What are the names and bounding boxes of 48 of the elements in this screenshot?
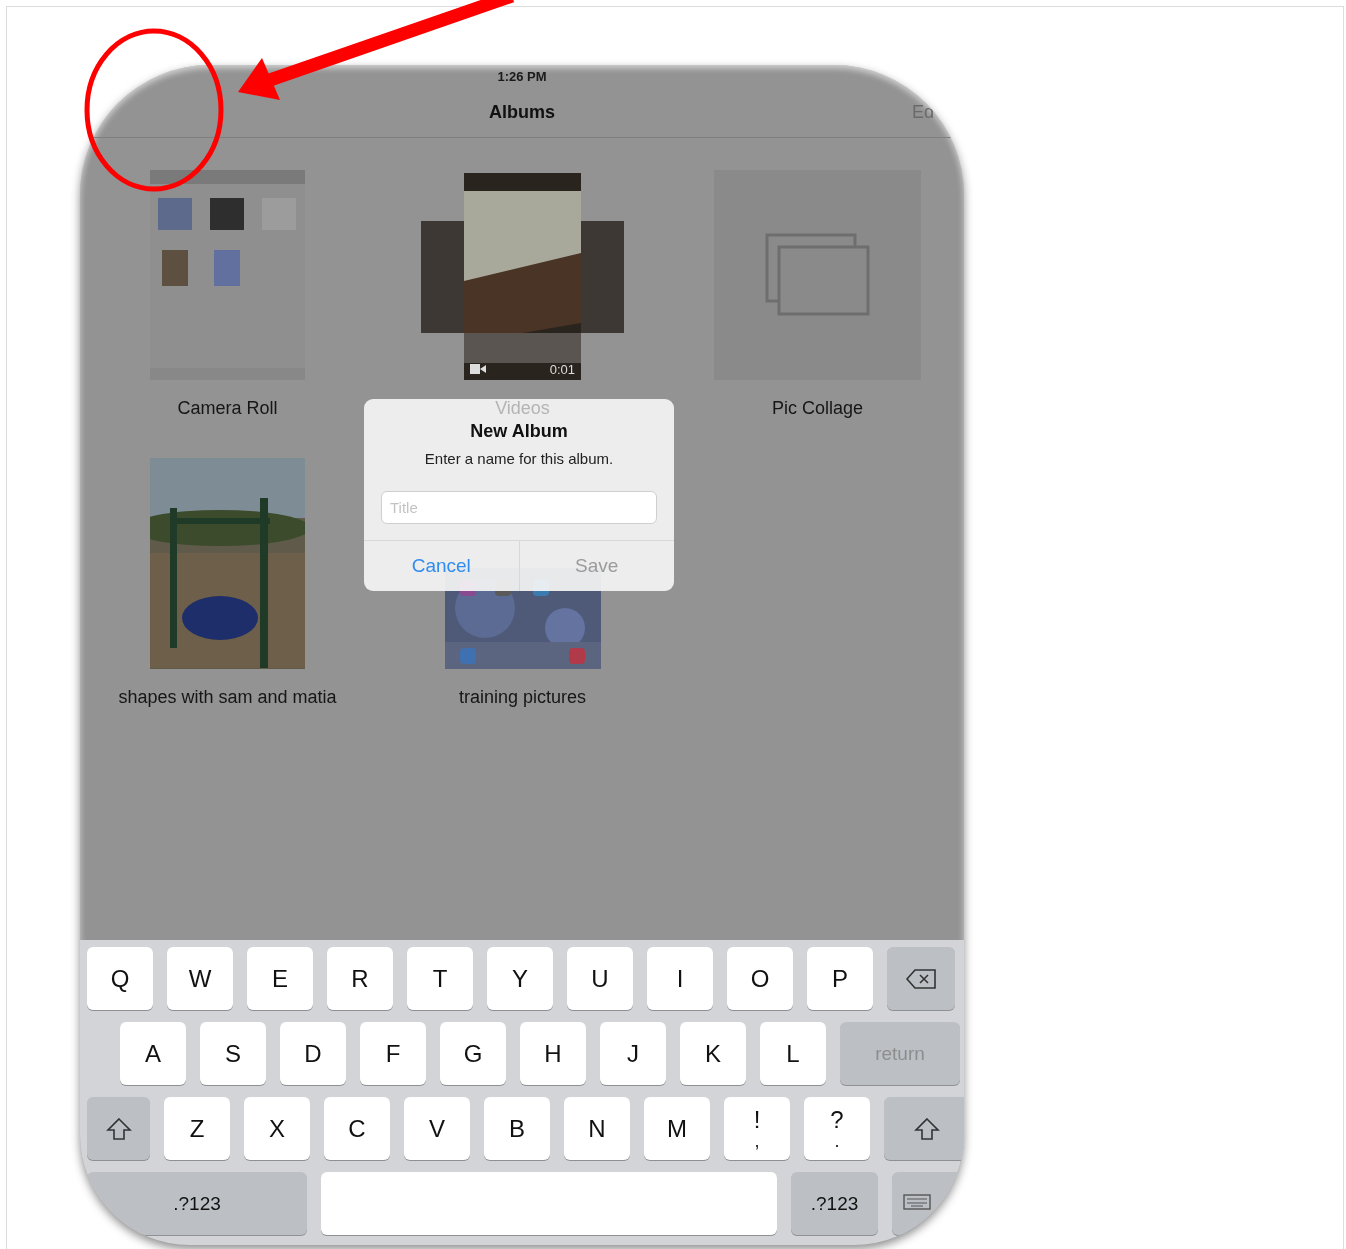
dialog-title: New Album: [470, 421, 568, 442]
title-field[interactable]: Title: [381, 491, 657, 524]
album-title[interactable]: Pic Collage: [771, 398, 863, 419]
keyboard-key[interactable]: A: [120, 1022, 186, 1085]
shift-key[interactable]: [87, 1097, 150, 1160]
keyboard-key[interactable]: T: [407, 947, 473, 1010]
keyboard-key[interactable]: S: [200, 1022, 266, 1085]
album-title[interactable]: training pictures: [458, 687, 587, 708]
status-time: 1:26 PM: [497, 68, 547, 84]
keyboard-key[interactable]: E: [247, 947, 313, 1010]
keyboard-key[interactable]: Q: [87, 947, 153, 1010]
video-camera-icon: [470, 364, 486, 374]
delete-icon: [905, 967, 937, 990]
keyboard-key[interactable]: B: [484, 1097, 550, 1160]
video-duration: 0:01: [549, 361, 575, 377]
keyboard-key[interactable]: H: [520, 1022, 586, 1085]
photos-icon: [764, 233, 871, 317]
album-title[interactable]: shapes with sam and matia: [118, 687, 337, 708]
keyboard-key[interactable]: X: [244, 1097, 310, 1160]
keyboard-key[interactable]: Z: [164, 1097, 230, 1160]
keyboard-key[interactable]: F: [360, 1022, 426, 1085]
keyboard-key[interactable]: D: [280, 1022, 346, 1085]
keyboard-key[interactable]: M: [644, 1097, 710, 1160]
numbers-key[interactable]: .?123: [791, 1172, 878, 1235]
delete-key[interactable]: [887, 947, 955, 1010]
album-title[interactable]: Camera Roll: [177, 398, 278, 419]
nav-title: Albums: [489, 101, 555, 123]
keyboard-key[interactable]: V: [404, 1097, 470, 1160]
keyboard-key[interactable]: C: [324, 1097, 390, 1160]
keyboard-key[interactable]: R: [327, 947, 393, 1010]
keyboard-key[interactable]: Y: [487, 947, 553, 1010]
keyboard-key[interactable]: W: [167, 947, 233, 1010]
keyboard-key[interactable]: G: [440, 1022, 506, 1085]
keyboard-key[interactable]: P: [807, 947, 873, 1010]
keyboard-key[interactable]: J: [600, 1022, 666, 1085]
keyboard-key[interactable]: K: [680, 1022, 746, 1085]
keyboard-key[interactable]: O: [727, 947, 793, 1010]
keyboard-key[interactable]: N: [564, 1097, 630, 1160]
keyboard-key[interactable]: U: [567, 947, 633, 1010]
keyboard-key[interactable]: I: [647, 947, 713, 1010]
shift-icon: [913, 1116, 940, 1141]
dialog-message: Enter a name for this album.: [424, 450, 614, 467]
numbers-key[interactable]: .?123: [87, 1172, 307, 1235]
keyboard-key[interactable]: L: [760, 1022, 826, 1085]
keyboard-key[interactable]: ? .: [804, 1097, 870, 1160]
shift-icon: [105, 1116, 132, 1141]
keyboard-key[interactable]: ! ,: [724, 1097, 790, 1160]
shift-key[interactable]: [884, 1097, 964, 1160]
